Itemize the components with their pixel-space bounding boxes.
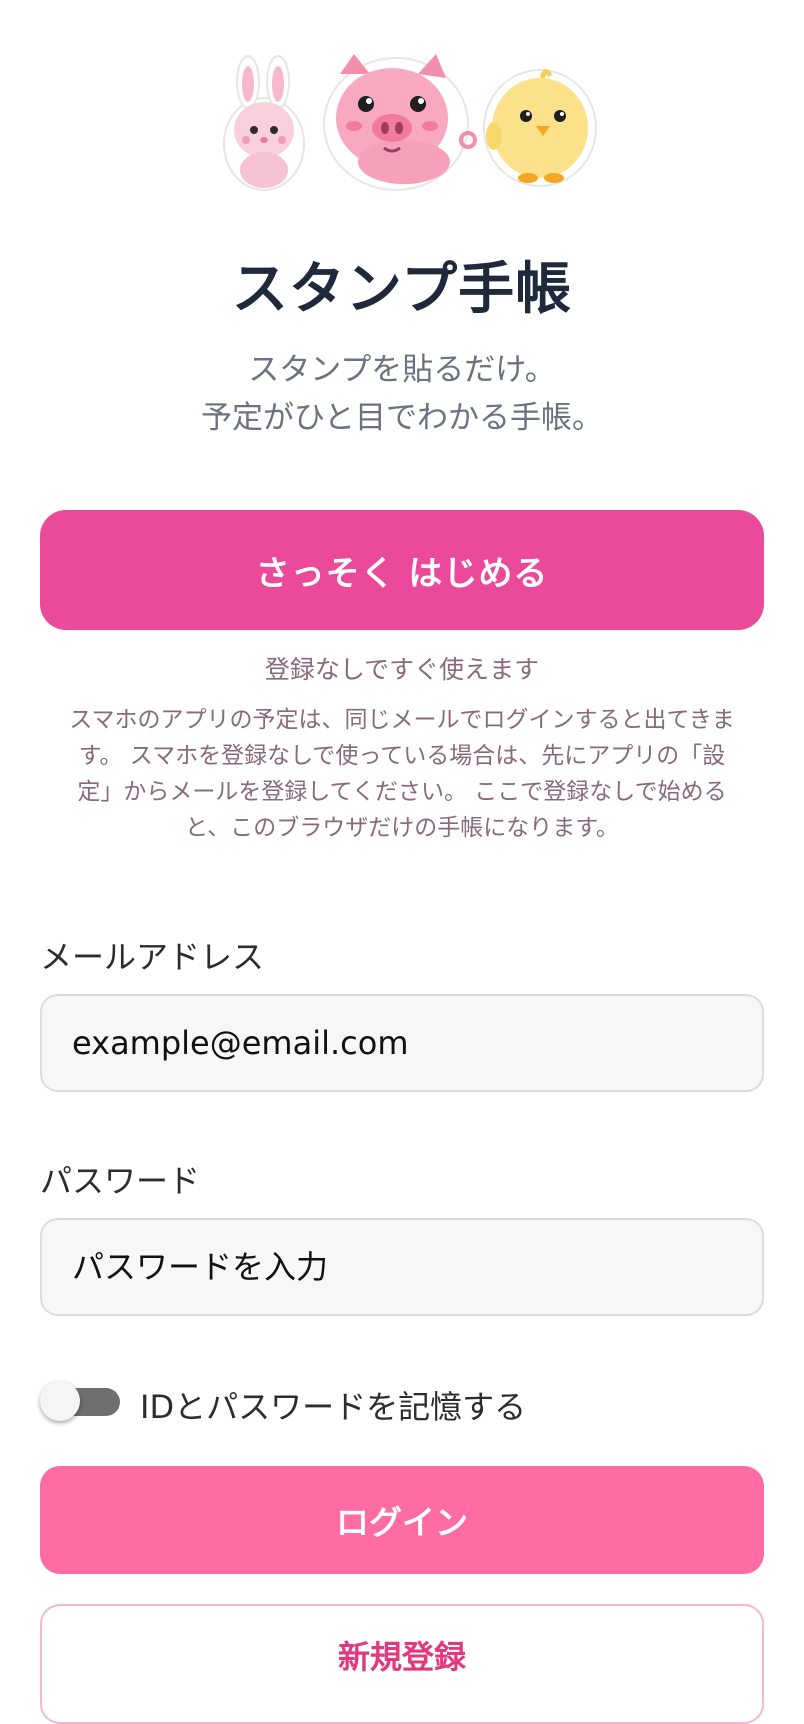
signup-button[interactable]: 新規登録 [40, 1604, 764, 1724]
password-label: パスワード [40, 1162, 201, 1200]
remember-label[interactable]: IDとパスワードを記憶する [140, 1382, 526, 1428]
login-page: スタンプ手帳 スタンプを貼るだけ。 予定がひと目でわかる手帳。 さっそく はじめ… [0, 0, 804, 1724]
login-button[interactable]: ログイン [40, 1466, 764, 1574]
pig-sticker-icon [323, 54, 477, 191]
password-field[interactable] [40, 1218, 764, 1316]
email-label: メールアドレス [40, 938, 265, 976]
app-title: スタンプ手帳 [231, 257, 573, 322]
email-field[interactable] [40, 994, 764, 1092]
bunny-sticker-icon [223, 55, 305, 191]
guest-explanation: スマホのアプリの予定は、同じメールでログインすると出てきます。 スマホを登録なし… [69, 707, 735, 841]
toggle-knob [40, 1381, 80, 1421]
mascot-banner [0, 40, 804, 200]
start-now-button[interactable]: さっそく はじめる [40, 510, 764, 630]
remember-toggle[interactable] [40, 1381, 120, 1421]
chick-sticker-icon [483, 69, 597, 187]
tagline-line-1: スタンプを貼るだけ。 [248, 352, 556, 388]
tagline-line-2: 予定がひと目でわかる手帳。 [200, 400, 604, 436]
guest-note: 登録なしですぐ使えます [264, 655, 540, 684]
